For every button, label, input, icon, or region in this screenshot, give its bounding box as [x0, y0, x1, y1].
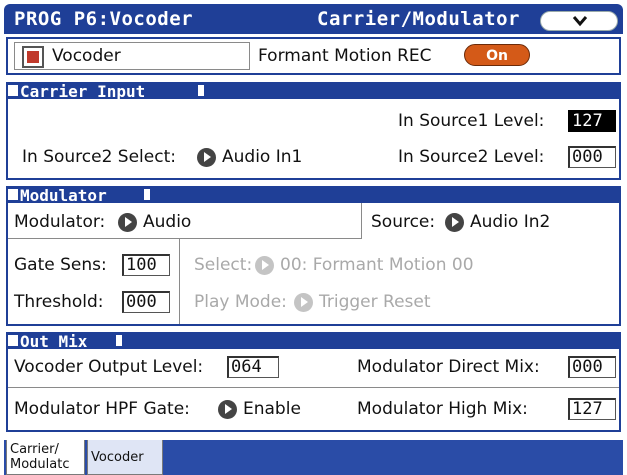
in-source2-level-value[interactable]: 000 — [568, 146, 616, 168]
tab-vocoder[interactable]: Vocoder — [87, 440, 163, 475]
gate-sens-value[interactable]: 100 — [122, 254, 170, 276]
play-mode-arrow-icon — [294, 293, 313, 312]
chevron-down-icon — [572, 16, 588, 27]
modulator-source-label: Source: — [371, 212, 436, 232]
modulator-type-arrow-icon[interactable] — [118, 213, 137, 232]
page-subtitle: Carrier/Modulator — [317, 8, 520, 30]
screen: PROG P6:Vocoder Carrier/Modulator Vocode… — [0, 0, 627, 475]
play-mode-value: Trigger Reset — [319, 292, 431, 312]
title-bar: PROG P6:Vocoder Carrier/Modulator — [4, 4, 623, 34]
in-source2-select-arrow-icon[interactable] — [197, 148, 216, 167]
in-source1-level-value[interactable]: 127 — [568, 110, 616, 132]
vocoder-output-level-value[interactable]: 064 — [227, 356, 279, 378]
out-mix-divider — [8, 387, 619, 388]
formant-select-label: Select: — [194, 255, 253, 275]
in-source2-select-label: In Source2 Select: — [22, 147, 176, 167]
modulator-direct-mix-value[interactable]: 000 — [568, 356, 616, 378]
gate-sens-label: Gate Sens: — [14, 255, 107, 275]
modulator-high-mix-value[interactable]: 127 — [568, 398, 616, 420]
header-end-marker-icon — [198, 85, 204, 96]
header-marker-icon — [8, 85, 18, 96]
modulator-hpf-gate-arrow-icon[interactable] — [218, 400, 237, 419]
vocoder-checkbox[interactable] — [22, 46, 44, 68]
in-source2-select-value[interactable]: Audio In1 — [222, 147, 302, 167]
carrier-input-section: Carrier Input In Source1 Level: 127 In S… — [6, 82, 621, 180]
out-mix-section: Out Mix Vocoder Output Level: 064 Modula… — [6, 332, 621, 432]
play-mode-label: Play Mode: — [194, 292, 287, 312]
vocoder-row: Vocoder Formant Motion REC On — [6, 37, 621, 75]
threshold-value[interactable]: 000 — [122, 291, 170, 313]
modulator-hpf-gate-value[interactable]: Enable — [243, 399, 301, 419]
header-marker-icon — [8, 335, 18, 346]
modulator-direct-mix-label: Modulator Direct Mix: — [357, 357, 540, 377]
tab-label-line2: Modulatc — [10, 457, 70, 472]
formant-select-value: 00: Formant Motion 00 — [280, 255, 474, 275]
threshold-label: Threshold: — [14, 292, 104, 312]
in-source1-level-label: In Source1 Level: — [398, 111, 545, 131]
checkbox-mark — [27, 51, 39, 63]
out-mix-title: Out Mix — [20, 332, 88, 351]
modulator-type-label: Modulator: — [14, 212, 106, 232]
vocoder-output-level-label: Vocoder Output Level: — [14, 357, 204, 377]
vocoder-switch-cell — [14, 42, 250, 70]
page-title: PROG P6:Vocoder — [14, 8, 194, 30]
header-marker-icon — [8, 189, 18, 200]
formant-motion-rec-button[interactable]: On — [464, 44, 530, 66]
formant-select-arrow-icon — [255, 256, 274, 275]
out-mix-header: Out Mix — [8, 332, 619, 351]
modulator-type-value[interactable]: Audio — [143, 212, 191, 232]
header-end-marker-icon — [116, 335, 122, 346]
modulator-high-mix-label: Modulator High Mix: — [357, 399, 528, 419]
carrier-input-header: Carrier Input — [8, 82, 619, 101]
tab-label-line1: Carrier/ — [10, 442, 59, 457]
modulator-source-arrow-icon[interactable] — [445, 213, 464, 232]
tab-label: Vocoder — [91, 450, 144, 465]
vocoder-label: Vocoder — [52, 46, 121, 66]
header-end-marker-icon — [144, 189, 150, 200]
modulator-source-value[interactable]: Audio In2 — [470, 212, 550, 232]
formant-motion-rec-label: Formant Motion REC — [258, 46, 432, 66]
tab-carrier-modulator[interactable]: Carrier/ Modulatc — [6, 440, 85, 475]
modulator-hpf-gate-label: Modulator HPF Gate: — [14, 399, 190, 419]
modulator-section: Modulator Modulator: Audio Source: Audio… — [6, 186, 621, 326]
in-source2-level-label: In Source2 Level: — [398, 147, 545, 167]
carrier-input-title: Carrier Input — [20, 82, 146, 101]
page-menu-button[interactable] — [540, 11, 618, 31]
modulator-header: Modulator — [8, 186, 619, 205]
